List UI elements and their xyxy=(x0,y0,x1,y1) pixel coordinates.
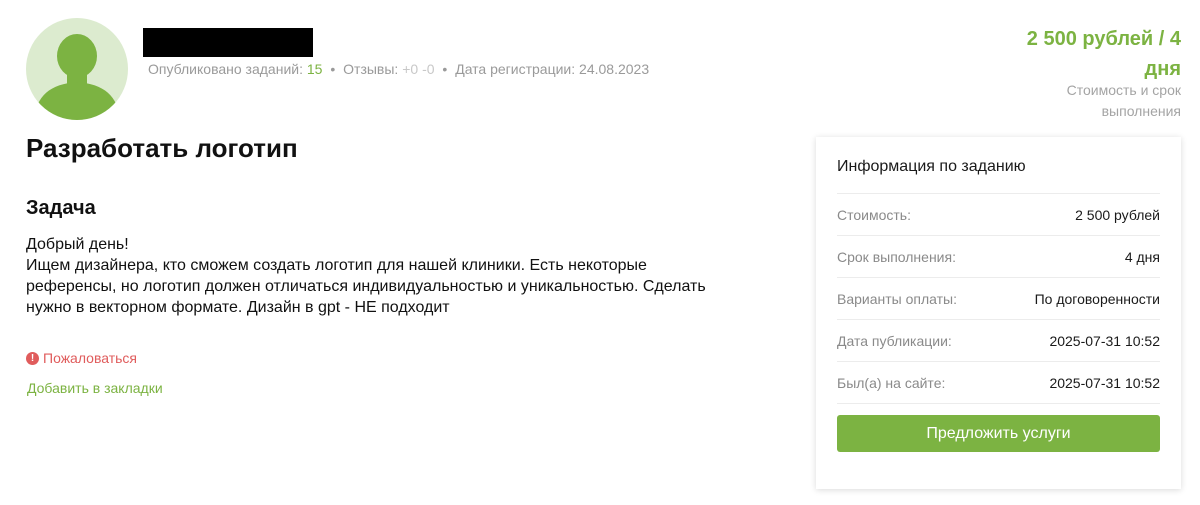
info-value: 2025-07-31 10:52 xyxy=(1049,332,1160,349)
info-card-title: Информация по заданию xyxy=(837,137,1160,194)
redacted-username xyxy=(143,28,313,57)
info-value: 2025-07-31 10:52 xyxy=(1049,374,1160,391)
registration-date: 24.08.2023 xyxy=(579,61,650,77)
description-line: Ищем дизайнера, кто сможем создать логот… xyxy=(26,257,647,274)
reviews-label: Отзывы: xyxy=(343,61,399,77)
info-value: 2 500 рублей xyxy=(1075,206,1160,223)
info-label: Срок выполнения: xyxy=(837,248,956,265)
info-label: Стоимость: xyxy=(837,206,911,223)
page-title: Разработать логотип xyxy=(26,133,298,163)
complain-label: Пожаловаться xyxy=(43,350,138,366)
description-line: референсы, но логотип должен отличаться … xyxy=(26,278,706,295)
reviews-positive: +0 xyxy=(402,61,419,77)
task-info-card: Информация по заданию Стоимость: 2 500 р… xyxy=(816,137,1181,489)
published-label: Опубликовано заданий: xyxy=(148,61,303,77)
info-row-cost: Стоимость: 2 500 рублей xyxy=(837,194,1160,236)
registration-label: Дата регистрации: xyxy=(455,61,576,77)
price-caption-line-2: выполнения xyxy=(1101,103,1181,119)
complain-link[interactable]: ! Пожаловаться xyxy=(26,350,137,366)
price-caption-line-1: Стоимость и срок xyxy=(1066,82,1181,98)
info-row-payment: Варианты оплаты: По договоренности xyxy=(837,278,1160,320)
info-row-deadline: Срок выполнения: 4 дня xyxy=(837,236,1160,278)
info-value: 4 дня xyxy=(1124,248,1160,265)
task-section-title: Задача xyxy=(26,197,96,219)
reviews-negative: -0 xyxy=(422,61,435,77)
info-label: Был(а) на сайте: xyxy=(837,374,946,391)
price-caption: Стоимость и срок выполнения xyxy=(1031,80,1181,122)
task-description: Добрый день! Ищем дизайнера, кто сможем … xyxy=(26,234,746,318)
info-label: Дата публикации: xyxy=(837,332,952,349)
separator: • xyxy=(442,61,448,77)
info-row-last-seen: Был(а) на сайте: 2025-07-31 10:52 xyxy=(837,362,1160,404)
user-silhouette-icon xyxy=(34,34,120,120)
avatar xyxy=(26,18,128,120)
description-line: нужно в векторном формате. Дизайн в gpt … xyxy=(26,299,450,316)
offer-services-button[interactable]: Предложить услуги xyxy=(837,415,1160,452)
user-stats: Опубликовано заданий: 15 • Отзывы: +0 -0… xyxy=(148,61,649,77)
price-line-1: 2 500 рублей / 4 xyxy=(1026,28,1181,50)
price-summary: 2 500 рублей / 4 дня xyxy=(981,24,1181,84)
add-bookmark-link[interactable]: Добавить в закладки xyxy=(27,380,163,396)
separator: • xyxy=(330,61,336,77)
description-line: Добрый день! xyxy=(26,236,129,253)
exclamation-circle-icon: ! xyxy=(26,351,39,365)
info-row-published: Дата публикации: 2025-07-31 10:52 xyxy=(837,320,1160,362)
info-label: Варианты оплаты: xyxy=(837,290,957,307)
info-value: По договоренности xyxy=(1034,290,1160,307)
published-count: 15 xyxy=(306,61,323,77)
